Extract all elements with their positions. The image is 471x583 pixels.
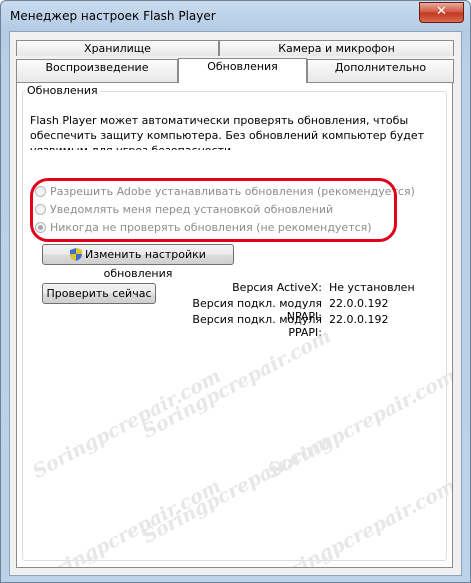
updates-description: Flash Player может автоматически проверя… (30, 114, 425, 150)
tab-advanced[interactable]: Дополнительно (307, 59, 454, 83)
client-area: Хранилище Камера и микрофон Воспроизведе… (9, 31, 462, 576)
red-highlight-outline (30, 178, 397, 242)
version-ppapi-label: Версия подкл. модуля PPAPI: (192, 313, 322, 339)
tab-camera-microphone[interactable]: Камера и микрофон (219, 40, 454, 56)
group-label: Обновления (25, 84, 100, 97)
tab-playback[interactable]: Воспроизведение (16, 59, 178, 83)
check-now-button[interactable]: Проверить сейчас (42, 283, 156, 304)
version-ppapi-value: 22.0.0.192 (329, 313, 389, 326)
title-bar[interactable]: Менеджер настроек Flash Player ✕ (1, 1, 470, 31)
change-update-settings-button[interactable]: Изменить настройки обновления (42, 244, 234, 280)
version-activex-value: Не установлен (329, 281, 415, 294)
updates-panel: Обновления Flash Player может автоматиче… (16, 82, 453, 568)
flash-settings-window: Менеджер настроек Flash Player ✕ Хранили… (0, 0, 471, 583)
close-button[interactable]: ✕ (419, 2, 464, 23)
tab-storage[interactable]: Хранилище (16, 40, 219, 56)
window-title: Менеджер настроек Flash Player (10, 9, 216, 23)
version-npapi-value: 22.0.0.192 (329, 297, 389, 310)
version-activex-label: Версия ActiveX: (232, 281, 322, 294)
tab-updates[interactable]: Обновления (178, 58, 307, 83)
uac-shield-icon (70, 248, 83, 261)
